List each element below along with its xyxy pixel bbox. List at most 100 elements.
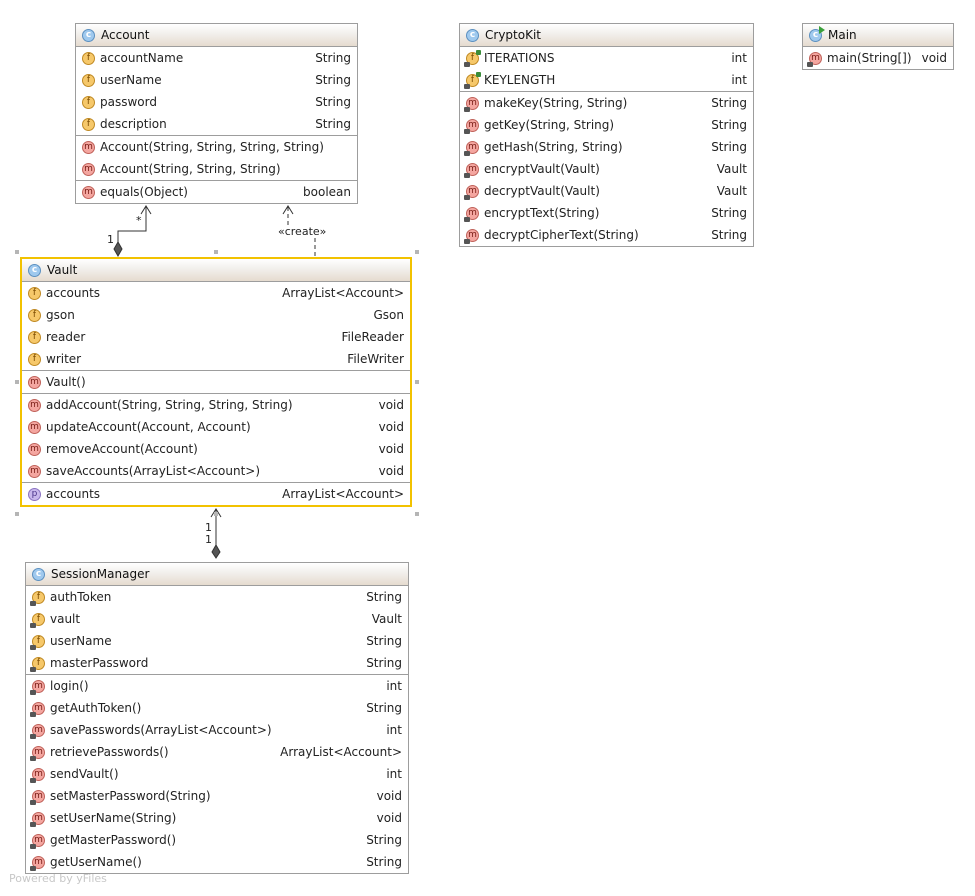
field-row[interactable]: f accountName String <box>76 47 357 69</box>
private-method-icon: m <box>464 96 479 112</box>
field-name: reader <box>46 330 86 344</box>
field-row[interactable]: f userName String <box>26 630 408 652</box>
cryptokit-class-header[interactable]: c CryptoKit <box>460 24 753 47</box>
method-icon: m <box>82 162 95 176</box>
field-row[interactable]: f reader FileReader <box>22 326 410 348</box>
method-row[interactable]: m getHash(String, String) String <box>460 136 753 158</box>
class-name: Account <box>101 28 150 42</box>
field-row[interactable]: f KEYLENGTH int <box>460 69 753 91</box>
selection-handle[interactable] <box>15 250 19 254</box>
constructors-section: m Account(String, String, String, String)… <box>76 136 357 181</box>
selection-handle[interactable] <box>415 380 419 384</box>
method-row[interactable]: m removeAccount(Account) void <box>22 438 410 460</box>
main-class[interactable]: c Main m main(String[]) void <box>802 23 954 70</box>
method-name: removeAccount(Account) <box>46 442 198 456</box>
method-icon: m <box>30 811 45 827</box>
method-row[interactable]: m makeKey(String, String) String <box>460 92 753 114</box>
method-row[interactable]: m saveAccounts(ArrayList<Account>) void <box>22 460 410 482</box>
constructor-row[interactable]: m Account(String, String, String) <box>76 158 357 180</box>
method-name: decryptVault(Vault) <box>484 184 600 198</box>
method-row[interactable]: m savePasswords(ArrayList<Account>) int <box>26 719 408 741</box>
method-name: login() <box>50 679 89 693</box>
multiplicity-account-many: * <box>136 214 142 227</box>
method-name: setMasterPassword(String) <box>50 789 211 803</box>
field-type: Gson <box>373 308 405 322</box>
method-row[interactable]: m setMasterPassword(String) void <box>26 785 408 807</box>
property-row[interactable]: p accounts ArrayList<Account> <box>22 483 410 505</box>
fields-section: f ITERATIONS int f KEYLENGTH int <box>460 47 753 92</box>
field-row[interactable]: f password String <box>76 91 357 113</box>
method-row[interactable]: m retrievePasswords() ArrayList<Account> <box>26 741 408 763</box>
field-type: String <box>315 51 351 65</box>
method-icon: m <box>28 375 41 389</box>
field-name: KEYLENGTH <box>484 73 556 87</box>
private-method-icon: m <box>464 228 479 244</box>
field-row[interactable]: f userName String <box>76 69 357 91</box>
account-class[interactable]: c Account f accountName String f userName St… <box>75 23 358 204</box>
vault-class-header[interactable]: c Vault <box>22 259 410 282</box>
method-name: sendVault() <box>50 767 119 781</box>
method-row[interactable]: m decryptCipherText(String) String <box>460 224 753 246</box>
method-row[interactable]: m encryptVault(Vault) Vault <box>460 158 753 180</box>
method-icon: m <box>28 420 41 434</box>
method-row[interactable]: m login() int <box>26 675 408 697</box>
field-name: masterPassword <box>50 656 149 670</box>
class-icon: c <box>28 263 41 277</box>
main-class-header[interactable]: c Main <box>803 24 953 47</box>
field-type: ArrayList<Account> <box>282 286 404 300</box>
method-icon: m <box>82 185 95 199</box>
field-icon: f <box>82 95 95 109</box>
method-row[interactable]: m getAuthToken() String <box>26 697 408 719</box>
field-row[interactable]: f writer FileWriter <box>22 348 410 370</box>
account-class-header[interactable]: c Account <box>76 24 357 47</box>
method-row[interactable]: m decryptVault(Vault) Vault <box>460 180 753 202</box>
selection-handle[interactable] <box>15 512 19 516</box>
constructor-row[interactable]: m Vault() <box>22 371 410 393</box>
method-icon: m <box>30 789 45 805</box>
selection-handle[interactable] <box>214 512 218 516</box>
method-icon: m <box>28 398 41 412</box>
composition-diamond-vault-account <box>113 240 123 258</box>
field-row[interactable]: f description String <box>76 113 357 135</box>
method-row[interactable]: m getKey(String, String) String <box>460 114 753 136</box>
method-name: setUserName(String) <box>50 811 177 825</box>
method-row[interactable]: m getUserName() String <box>26 851 408 873</box>
method-row[interactable]: m addAccount(String, String, String, Stri… <box>22 394 410 416</box>
field-row[interactable]: f ITERATIONS int <box>460 47 753 69</box>
private-method-icon: m <box>464 184 479 200</box>
method-name: updateAccount(Account, Account) <box>46 420 251 434</box>
class-icon: c <box>32 567 45 581</box>
selection-handle[interactable] <box>15 380 19 384</box>
method-name: getKey(String, String) <box>484 118 615 132</box>
method-row[interactable]: m updateAccount(Account, Account) void <box>22 416 410 438</box>
method-row[interactable]: m main(String[]) void <box>803 47 953 69</box>
field-name: accounts <box>46 286 101 300</box>
field-type: int <box>731 73 747 87</box>
method-icon: m <box>30 767 45 783</box>
vault-class[interactable]: c Vault f accounts ArrayList<Account> f gso… <box>20 257 412 507</box>
sessionmanager-class[interactable]: c SessionManager f authToken String f vault… <box>25 562 409 874</box>
constructor-row[interactable]: m Account(String, String, String, String) <box>76 136 357 158</box>
selection-handle[interactable] <box>415 512 419 516</box>
method-name: getHash(String, String) <box>484 140 623 154</box>
selection-handle[interactable] <box>214 250 218 254</box>
method-row[interactable]: m setUserName(String) void <box>26 807 408 829</box>
field-row[interactable]: f masterPassword String <box>26 652 408 674</box>
class-name: CryptoKit <box>485 28 541 42</box>
method-row[interactable]: m sendVault() int <box>26 763 408 785</box>
method-row[interactable]: m encryptText(String) String <box>460 202 753 224</box>
method-icon: m <box>30 833 45 849</box>
selection-handle[interactable] <box>415 250 419 254</box>
private-field-icon: f <box>30 656 45 672</box>
field-row[interactable]: f accounts ArrayList<Account> <box>22 282 410 304</box>
field-type: FileWriter <box>347 352 404 366</box>
method-row[interactable]: m getMasterPassword() String <box>26 829 408 851</box>
method-row[interactable]: m equals(Object) boolean <box>76 181 357 203</box>
field-row[interactable]: f vault Vault <box>26 608 408 630</box>
field-name: authToken <box>50 590 112 604</box>
field-row[interactable]: f gson Gson <box>22 304 410 326</box>
sessionmanager-class-header[interactable]: c SessionManager <box>26 563 408 586</box>
cryptokit-class[interactable]: c CryptoKit f ITERATIONS int f KEYLENGTH int… <box>459 23 754 247</box>
field-row[interactable]: f authToken String <box>26 586 408 608</box>
field-icon: f <box>28 330 41 344</box>
